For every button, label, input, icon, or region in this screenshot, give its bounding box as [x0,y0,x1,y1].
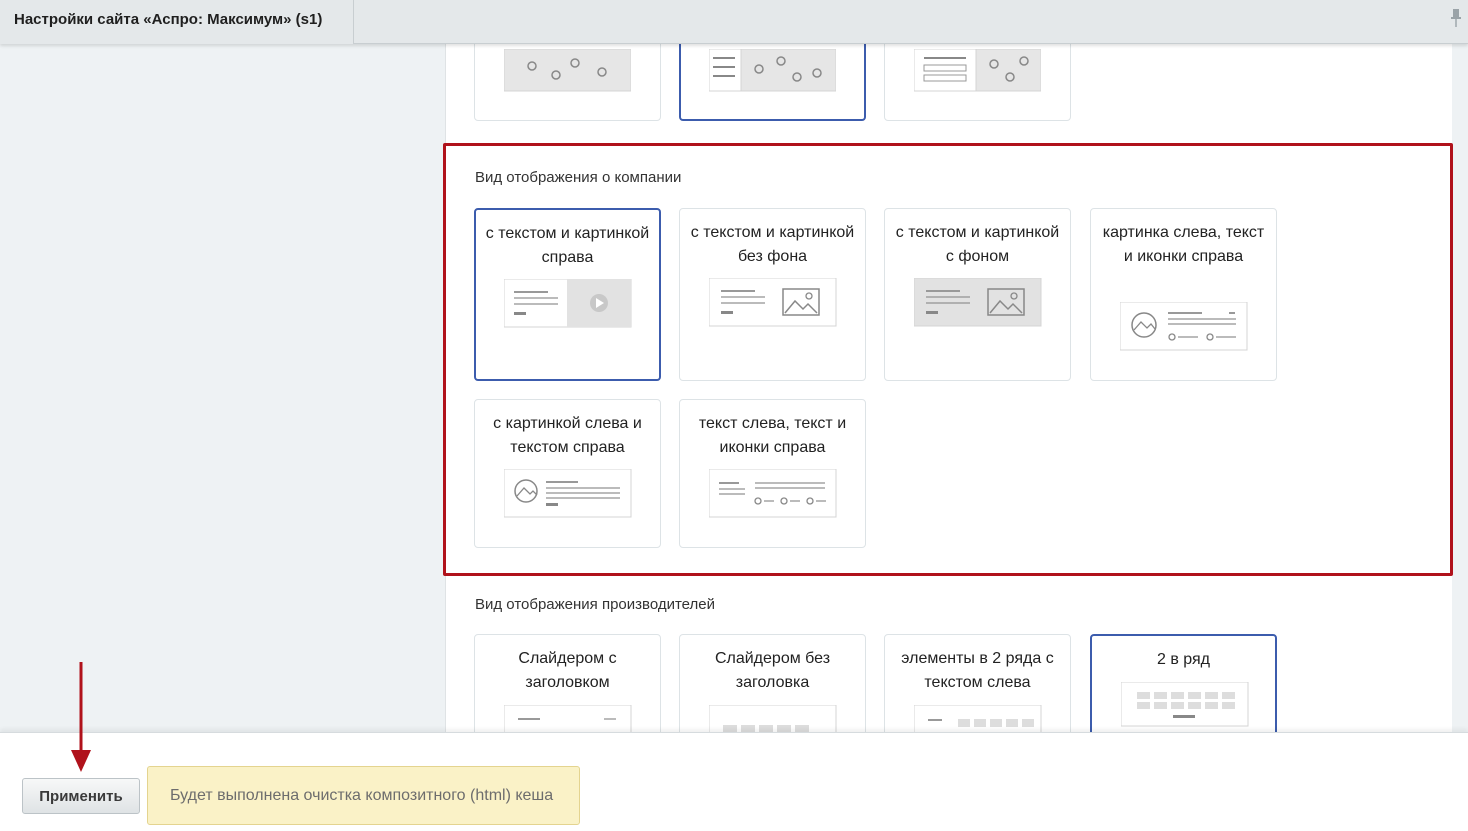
cache-notice-text: Будет выполнена очистка композитного (ht… [170,787,554,804]
text-image-bg-preview-icon [914,278,1042,327]
form-map-preview-icon [914,49,1041,92]
brands-option-slider-no-title[interactable]: Слайдером без заголовка [679,634,866,744]
card-label: элементы в 2 ряда с текстом слева [901,650,1054,691]
card-label: текст слева, текст и иконки справа [698,415,847,456]
header-tab[interactable]: Настройки сайта «Аспро: Максимум» (s1) [0,0,354,44]
about-option-image-left-text-right[interactable]: с картинкой слева и текстом справа [474,399,661,548]
card-label: Слайдером с заголовком [518,650,617,691]
card-label: 2 в ряд [1156,651,1210,668]
card-label: с текстом и картинкой с фоном [895,224,1060,265]
pin-icon[interactable] [1448,8,1464,28]
cache-notice: Будет выполнена очистка композитного (ht… [147,766,580,825]
text-image-preview-icon [709,278,837,327]
slider-title-preview-icon [504,705,632,735]
text-video-preview-icon [504,279,632,328]
image-text-preview-icon [504,469,632,518]
arrow-down-icon [71,662,91,772]
card-label: с текстом и картинкой справа [485,225,650,266]
card-label: Слайдером без заголовка [714,650,831,691]
text-icons-preview-icon [709,469,837,518]
settings-header: Настройки сайта «Аспро: Максимум» (s1) [0,0,1468,44]
slider-preview-icon [709,705,837,735]
brands-option-slider-with-title[interactable]: Слайдером с заголовком [474,634,661,744]
brands-section-title: Вид отображения производителей [475,596,715,613]
card-label: картинка слева, текст и иконки справа [1102,224,1265,265]
apply-button[interactable]: Применить [22,778,140,814]
card-label: с картинкой слева и текстом справа [493,415,642,456]
brands-option-two-in-row[interactable]: 2 в ряд [1090,634,1277,744]
brands-option-two-rows-text-left[interactable]: элементы в 2 ряда с текстом слева [884,634,1071,744]
page-title: Настройки сайта «Аспро: Максимум» (s1) [14,11,323,28]
grid-text-preview-icon [914,705,1042,735]
two-in-row-preview-icon [1121,682,1249,727]
about-option-no-background[interactable]: с текстом и картинкой без фона [679,208,866,381]
about-option-with-background[interactable]: с текстом и картинкой с фоном [884,208,1071,381]
about-section-title: Вид отображения о компании [475,169,682,186]
settings-panel [445,44,1452,734]
card-label: с текстом и картинкой без фона [690,224,855,265]
map-list-preview-icon [709,49,836,92]
about-option-text-left-icons-right[interactable]: текст слева, текст и иконки справа [679,399,866,548]
about-option-text-image-right[interactable]: с текстом и картинкой справа [474,208,661,381]
image-icons-preview-icon [1120,302,1248,351]
about-option-image-left-icons-right[interactable]: картинка слева, текст и иконки справа [1090,208,1277,381]
map-preview-icon [504,49,631,92]
